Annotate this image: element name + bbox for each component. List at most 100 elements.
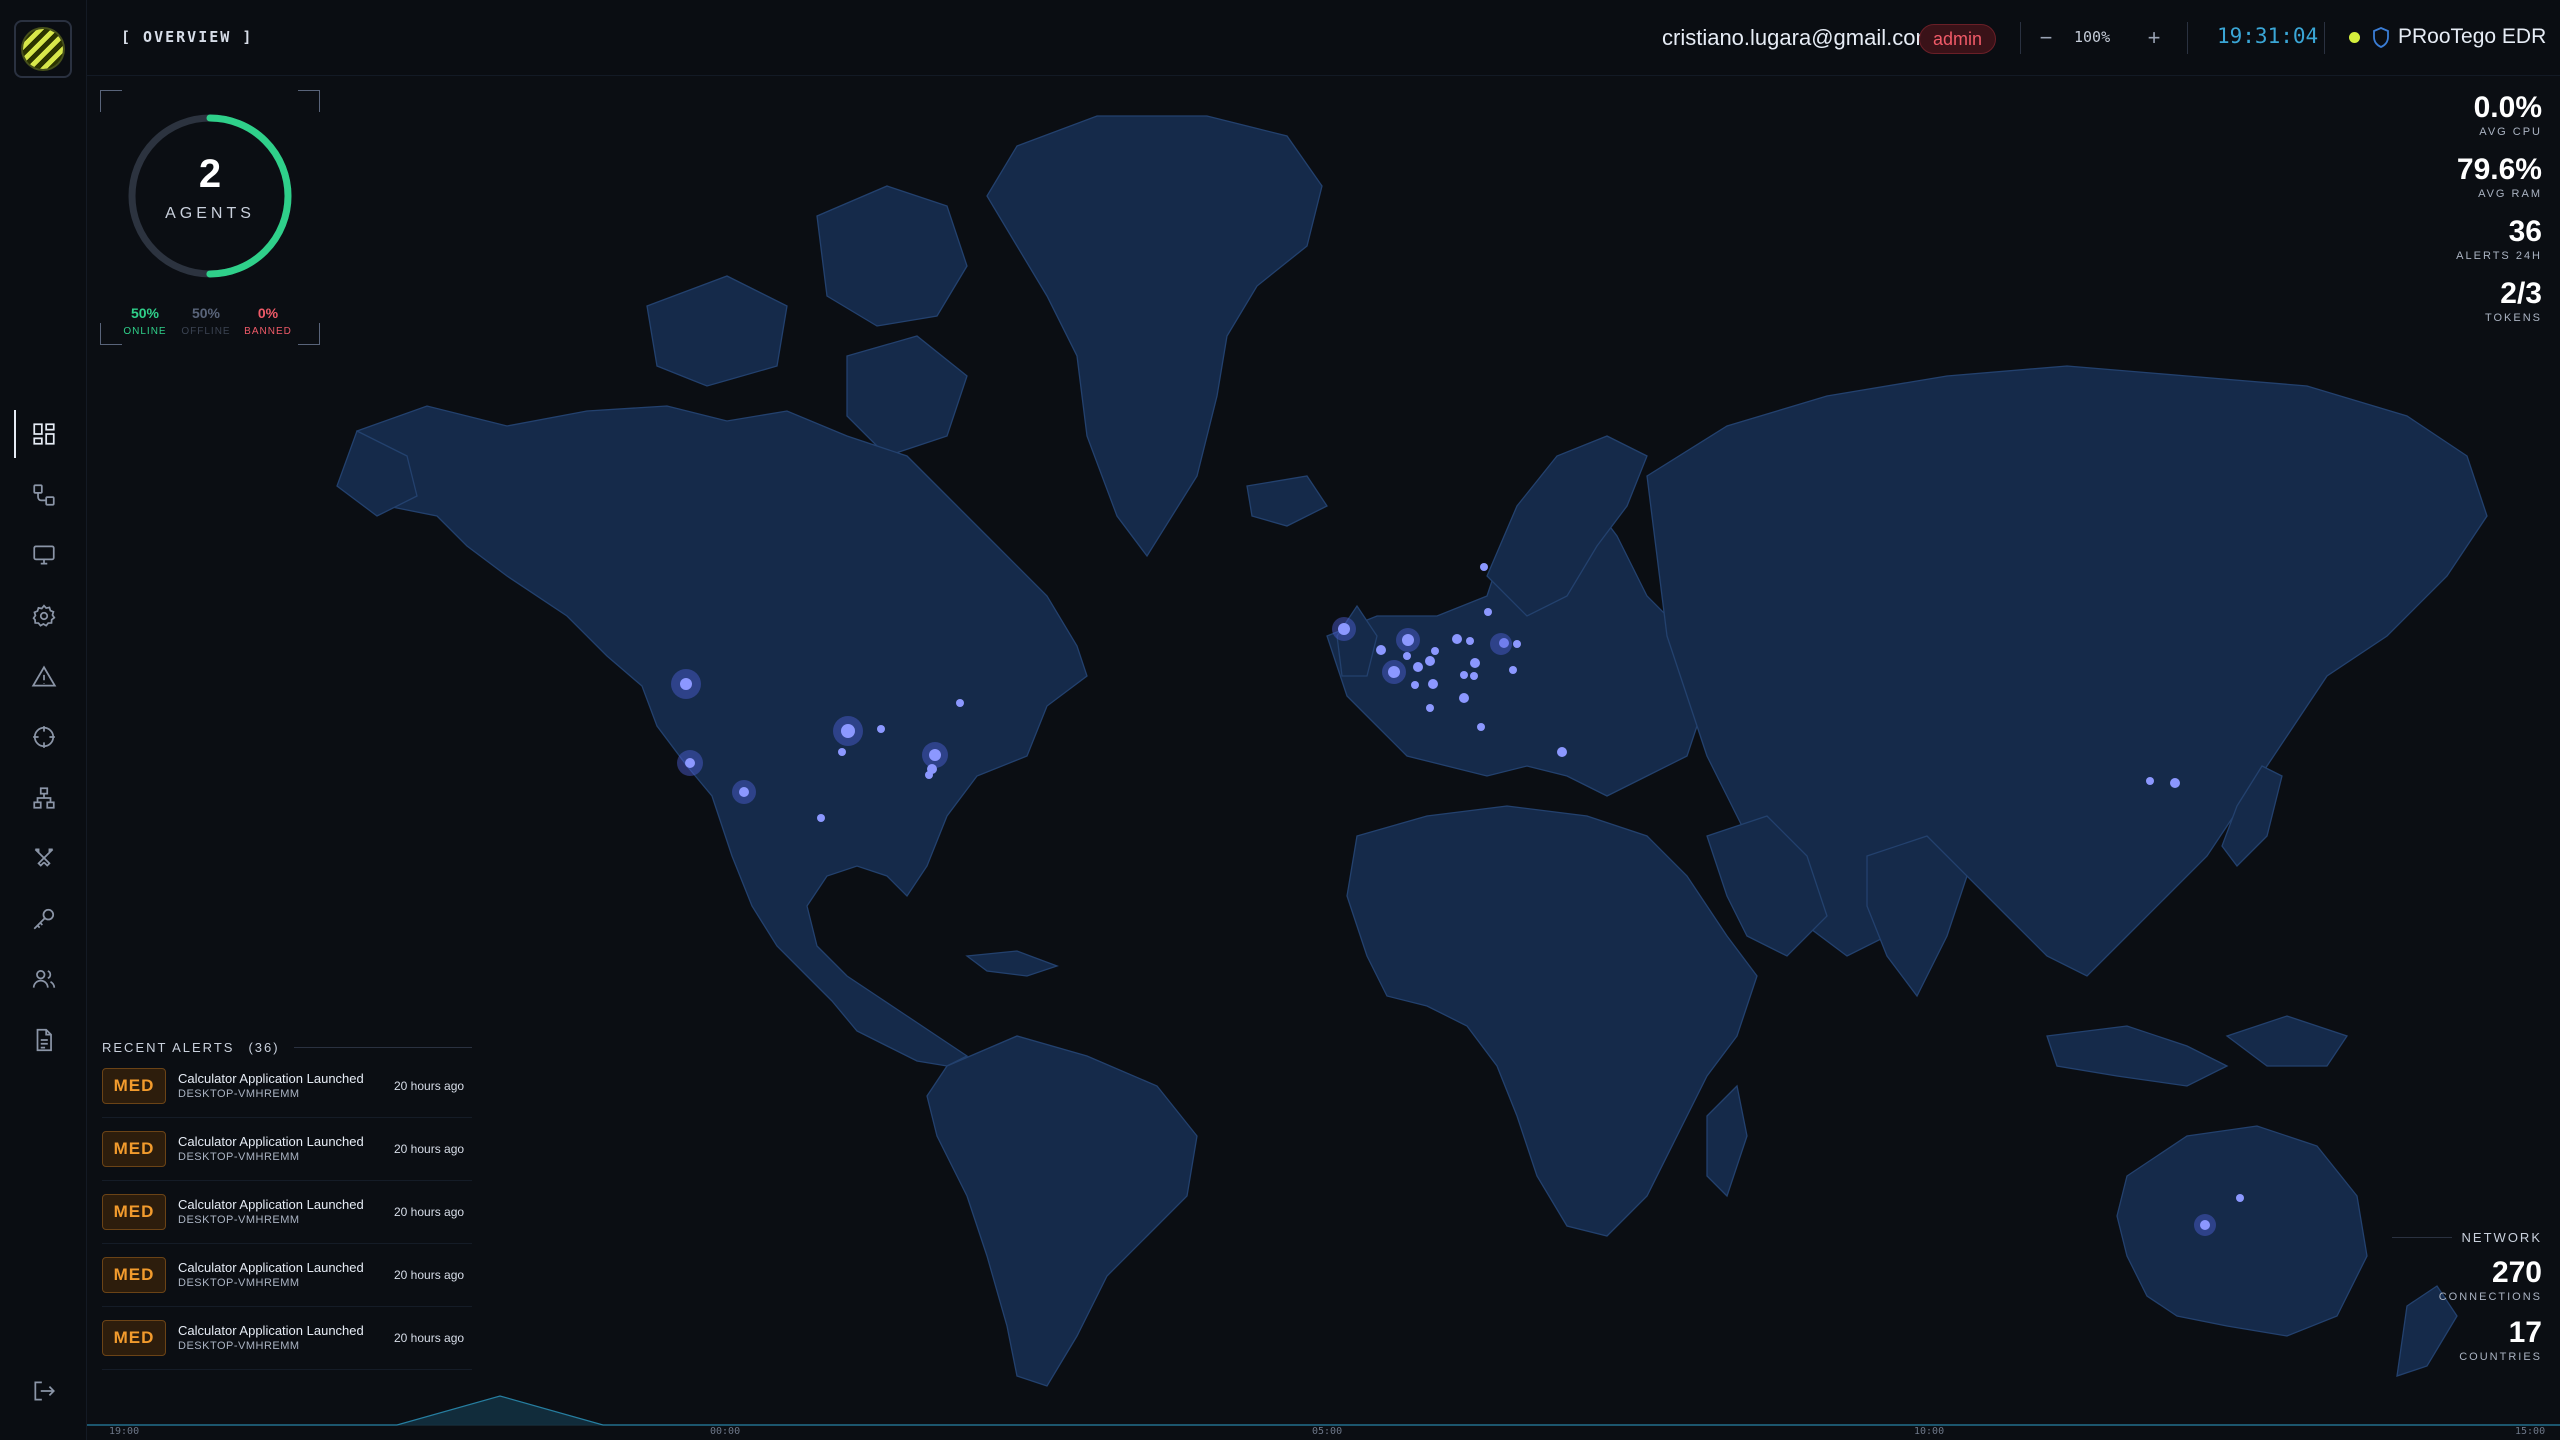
- key-icon: [33, 908, 55, 930]
- map-hotspot: [1513, 640, 1521, 648]
- map-hotspot: [1477, 723, 1485, 731]
- metric-label: TOKENS: [2484, 312, 2542, 324]
- logout-button[interactable]: [14, 1367, 72, 1415]
- workflow-icon: [33, 484, 55, 506]
- metric-tokens: 2/3 TOKENS: [2484, 278, 2542, 325]
- map-arctic-islands: [816, 185, 968, 327]
- map-southeast-asia: [2225, 1015, 2349, 1067]
- alert-time: 20 hours ago: [394, 1079, 465, 1093]
- map-hotspot: [1490, 633, 1512, 655]
- activity-timeline[interactable]: 19:00 00:00 05:00 10:00 15:00: [87, 1386, 2560, 1440]
- nav-threat-hunting[interactable]: [14, 713, 72, 761]
- map-hotspot: [817, 814, 825, 822]
- map-hotspot: [1459, 693, 1469, 703]
- map-hotspot: [1509, 666, 1517, 674]
- map-australia: [2116, 1125, 2368, 1337]
- metric-avg-cpu: 0.0% AVG CPU: [2473, 91, 2542, 139]
- connections-label: CONNECTIONS: [2438, 1291, 2542, 1303]
- user-email[interactable]: cristiano.lugara@gmail.com: [1662, 25, 1934, 51]
- offline-value: 50%: [191, 305, 221, 321]
- nav-workflows[interactable]: [14, 471, 72, 519]
- alert-text: Calculator Application Launched DESKTOP-…: [178, 1260, 390, 1290]
- zoom-in-button[interactable]: +: [2136, 20, 2172, 56]
- nav-alerts[interactable]: [14, 653, 72, 701]
- timeline-tick: 10:00: [1914, 1426, 1945, 1437]
- alert-title: Calculator Application Launched: [178, 1197, 364, 1212]
- logout-icon: [34, 1381, 55, 1401]
- map-hotspot: [1470, 672, 1478, 680]
- map-iceland: [1246, 475, 1328, 527]
- nav-keys[interactable]: [14, 895, 72, 943]
- nav-dashboard[interactable]: [14, 410, 72, 458]
- map-hotspot: [841, 724, 855, 738]
- map-hotspot: [1484, 608, 1492, 616]
- brand-name: PRooTego EDR: [2398, 25, 2547, 48]
- alert-host: DESKTOP-VMHREMM: [178, 1214, 300, 1226]
- shield-icon: [2373, 27, 2389, 48]
- alert-text: Calculator Application Launched DESKTOP-…: [178, 1323, 390, 1353]
- map-hotspot: [1413, 662, 1423, 672]
- status-dot: [2349, 32, 2360, 43]
- metric-label: AVG RAM: [2478, 188, 2542, 200]
- alert-row[interactable]: MED Calculator Application Launched DESK…: [102, 1181, 472, 1244]
- online-value: 50%: [130, 305, 160, 321]
- alert-title: Calculator Application Launched: [178, 1071, 364, 1086]
- severity-badge: MED: [102, 1194, 166, 1230]
- alert-host: DESKTOP-VMHREMM: [178, 1340, 300, 1352]
- users-icon: [32, 970, 56, 988]
- map-hotspot: [2170, 778, 2180, 788]
- countries-value: 17: [2508, 1316, 2542, 1349]
- sidebar: [0, 0, 87, 1440]
- map-hotspot: [685, 758, 695, 768]
- severity-badge: MED: [102, 1068, 166, 1104]
- banned-stat: 0% BANNED: [238, 305, 298, 337]
- alert-time: 20 hours ago: [394, 1268, 465, 1282]
- map-hotspot: [680, 678, 692, 690]
- topbar: [ OVERVIEW ] cristiano.lugara@gmail.com …: [87, 0, 2560, 76]
- nav-network[interactable]: [14, 774, 72, 822]
- map-hotspot: [739, 787, 749, 797]
- banned-label: BANNED: [244, 326, 292, 337]
- online-stat: 50% ONLINE: [115, 305, 175, 337]
- map-africa: [1346, 805, 1758, 1237]
- timeline-activity-peak: [87, 1395, 2560, 1426]
- timeline-tick: 19:00: [109, 1426, 140, 1437]
- nav-endpoints[interactable]: [14, 531, 72, 579]
- frame-corner: [298, 323, 320, 345]
- app-logo[interactable]: [14, 20, 72, 78]
- recent-alerts-panel: RECENT ALERTS (36) MED Calculator Applic…: [102, 1040, 472, 1370]
- alert-text: Calculator Application Launched DESKTOP-…: [178, 1071, 390, 1101]
- map-hotspot: [1388, 666, 1400, 678]
- map-caribbean: [965, 950, 1059, 977]
- agents-widget: 2 AGENTS 50% ONLINE 50% OFFLINE 0% BANNE…: [100, 90, 320, 345]
- network-tree-icon: [33, 787, 55, 809]
- alert-row[interactable]: MED Calculator Application Launched DESK…: [102, 1307, 472, 1370]
- divider: [2187, 22, 2188, 54]
- nav-reports[interactable]: [14, 1016, 72, 1064]
- severity-badge: MED: [102, 1320, 166, 1356]
- map-hotspot: [929, 749, 941, 761]
- metric-value: 36: [2508, 215, 2542, 248]
- nav-settings[interactable]: [14, 592, 72, 640]
- map-hotspot: [1460, 671, 1468, 679]
- map-south-america: [926, 1035, 1198, 1387]
- alert-row[interactable]: MED Calculator Application Launched DESK…: [102, 1118, 472, 1181]
- map-hotspot: [1402, 634, 1414, 646]
- nav-users[interactable]: [14, 955, 72, 1003]
- alert-host: DESKTOP-VMHREMM: [178, 1151, 300, 1163]
- swords-icon: [34, 848, 54, 867]
- zoom-out-button[interactable]: −: [2028, 20, 2064, 56]
- alert-title: Calculator Application Launched: [178, 1323, 364, 1338]
- map-hotspot: [1452, 634, 1462, 644]
- metric-value: 0.0%: [2473, 91, 2542, 124]
- metric-value: 79.6%: [2456, 153, 2542, 186]
- map-hotspot: [1557, 747, 1567, 757]
- map-hotspot: [2236, 1194, 2244, 1202]
- countries-label: COUNTRIES: [2459, 1351, 2542, 1363]
- map-hotspot: [1425, 656, 1435, 666]
- timeline-sparkline: [87, 1395, 2560, 1426]
- nav-response[interactable]: [14, 834, 72, 882]
- alert-row[interactable]: MED Calculator Application Launched DESK…: [102, 1244, 472, 1307]
- alert-row[interactable]: MED Calculator Application Launched DESK…: [102, 1055, 472, 1118]
- offline-stat: 50% OFFLINE: [176, 305, 236, 337]
